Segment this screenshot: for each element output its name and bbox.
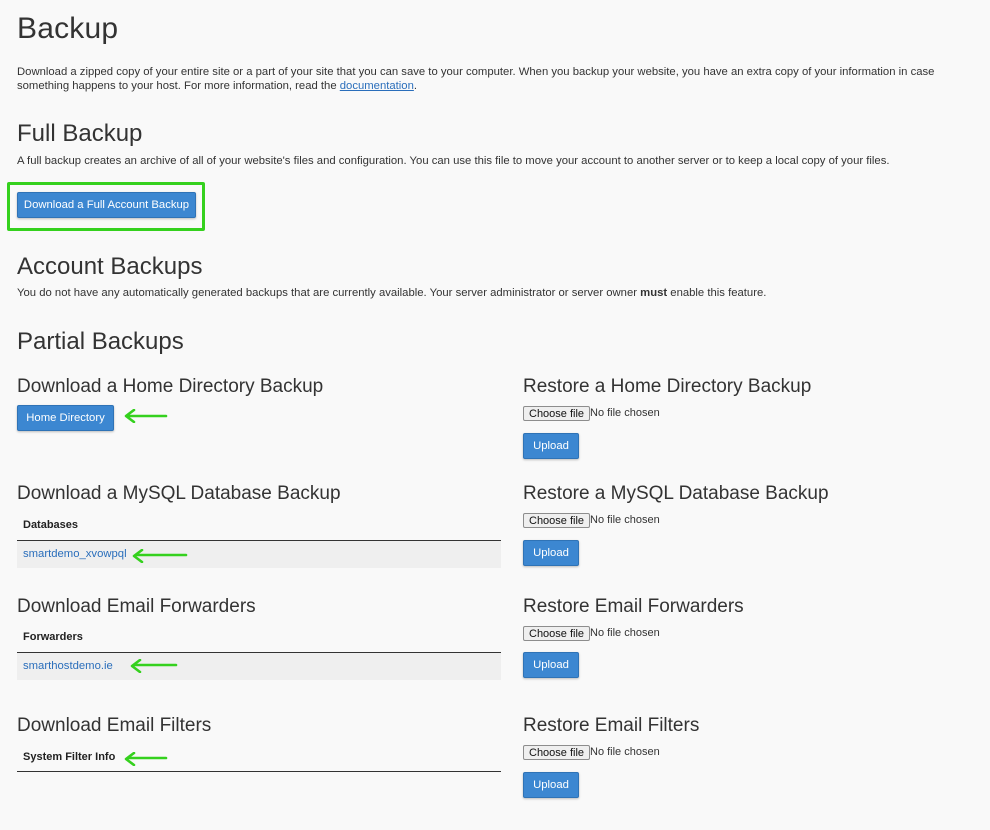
home-directory-button[interactable]: Home Directory	[17, 405, 114, 431]
databases-column-header: Databases	[23, 519, 79, 531]
restore-mysql-heading: Restore a MySQL Database Backup	[523, 483, 829, 504]
filters-upload-button[interactable]: Upload	[523, 772, 579, 798]
database-link[interactable]: smartdemo_xvowpql	[23, 548, 127, 560]
home-choose-file-button[interactable]: Choose file	[523, 406, 591, 421]
full-backup-description: A full backup creates an archive of all …	[17, 155, 890, 167]
annotation-arrow-icon	[130, 659, 178, 673]
download-forwarders-heading: Download Email Forwarders	[17, 596, 256, 617]
home-file-status: No file chosen	[590, 407, 660, 419]
download-home-heading: Download a Home Directory Backup	[17, 376, 324, 397]
documentation-link[interactable]: documentation	[340, 80, 414, 92]
partial-backups-heading: Partial Backups	[17, 328, 184, 355]
forwarders-column-header: Forwarders	[23, 631, 83, 643]
intro-text: Download a zipped copy of your entire si…	[17, 66, 935, 92]
intro-end: .	[413, 80, 418, 92]
filters-choose-file-button[interactable]: Choose file	[523, 745, 591, 760]
forwarders-file-status: No file chosen	[590, 627, 660, 639]
full-account-backup-button[interactable]: Download a Full Account Backup	[17, 192, 196, 218]
restore-filters-heading: Restore Email Filters	[523, 715, 700, 736]
account-backups-text: You do not have any automatically genera…	[17, 287, 766, 299]
filters-column-header: System Filter Info	[23, 751, 116, 763]
annotation-arrow-icon	[132, 549, 188, 563]
mysql-choose-file-button[interactable]: Choose file	[523, 513, 591, 528]
download-filters-heading: Download Email Filters	[17, 715, 212, 736]
filters-file-status: No file chosen	[590, 746, 660, 758]
download-mysql-heading: Download a MySQL Database Backup	[17, 483, 341, 504]
page-title: Backup	[17, 12, 119, 45]
annotation-arrow-icon	[124, 409, 168, 423]
annotation-arrow-icon	[124, 752, 168, 766]
account-backups-text-before: You do not have any automatically genera…	[17, 287, 641, 299]
intro-paragraph: Download a zipped copy of your entire si…	[17, 65, 977, 93]
account-backups-heading: Account Backups	[17, 253, 203, 280]
home-upload-button[interactable]: Upload	[523, 433, 579, 459]
filters-header-divider	[17, 771, 501, 772]
forwarder-link[interactable]: smarthostdemo.ie	[23, 660, 113, 672]
restore-home-heading: Restore a Home Directory Backup	[523, 376, 812, 397]
mysql-file-status: No file chosen	[590, 514, 660, 526]
forwarders-choose-file-button[interactable]: Choose file	[523, 626, 591, 641]
full-backup-heading: Full Backup	[17, 120, 143, 147]
forwarders-upload-button[interactable]: Upload	[523, 652, 579, 678]
account-backups-text-after: enable this feature.	[667, 287, 767, 299]
account-backups-text-bold: must	[640, 287, 668, 299]
restore-forwarders-heading: Restore Email Forwarders	[523, 596, 744, 617]
mysql-upload-button[interactable]: Upload	[523, 540, 579, 566]
